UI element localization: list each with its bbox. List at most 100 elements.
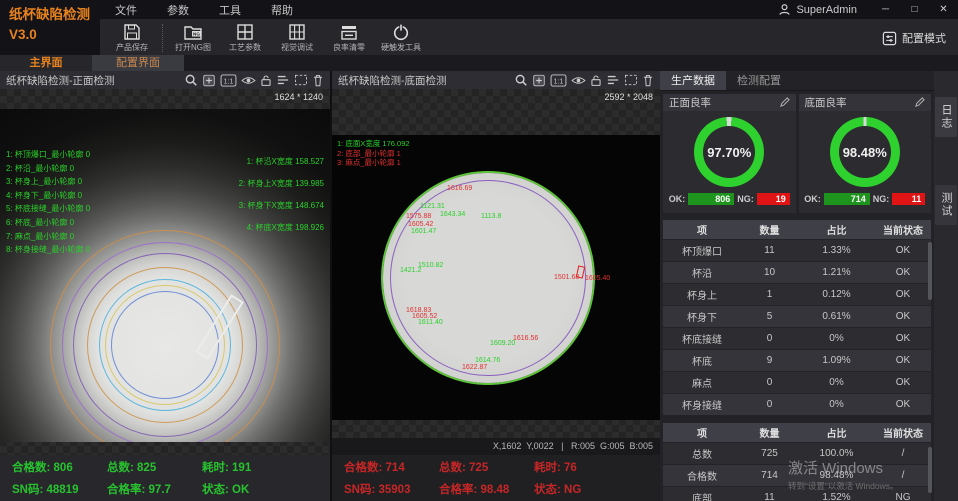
front-annotations-left: 1: 杯顶爆口_最小轮廓 02: 杯沿_最小轮廓 03: 杯身上_最小轮廓 04… [6, 148, 90, 257]
edit-pencil-icon[interactable] [779, 97, 790, 108]
lock-icon[interactable] [260, 74, 272, 87]
bottom-annotations: 1: 底面X宽度 176.0922: 底部_最小轮廓 13: 麻点_最小轮廓 1 [337, 139, 410, 168]
defect-marker-label: 1614.76 [475, 357, 500, 364]
table-row[interactable]: 杯身接缝00%OK [663, 394, 931, 416]
table-cell: 总数 [663, 446, 741, 461]
table-cell: 0.12% [798, 289, 875, 300]
menu-item[interactable]: 工具 [204, 2, 256, 18]
fit-view-icon[interactable] [202, 74, 216, 87]
process-params-button[interactable]: 工艺参数 [219, 22, 271, 53]
toolbar-divider [162, 24, 163, 52]
config-mode-button[interactable]: 配置模式 [882, 30, 946, 46]
table-header-row[interactable]: 项数量占比当前状态 [663, 423, 931, 443]
table-scrollbar[interactable] [928, 447, 932, 493]
table-row[interactable]: 杯身下50.61%OK [663, 306, 931, 328]
delete-icon[interactable] [642, 74, 654, 87]
front-image-viewport[interactable]: 1624 * 1240 1: 杯顶爆口_最小轮廓 02: 杯沿_最小轮廓 03:… [0, 89, 330, 455]
save-product-button[interactable]: 产品保存 [106, 22, 158, 53]
eye-icon[interactable] [571, 75, 586, 86]
tool-label: 视觉调试 [281, 43, 313, 52]
table-cell: 当前状态 [875, 425, 931, 440]
eye-icon[interactable] [241, 75, 256, 86]
table-row[interactable]: 杯底接缝00%OK [663, 328, 931, 350]
table-cell: 0% [798, 377, 875, 388]
actual-size-icon[interactable]: 1:1 [220, 74, 237, 87]
status-total-count: 总数: 725 [439, 459, 534, 475]
table-cell: 9 [741, 355, 798, 366]
roi-rect-icon[interactable] [624, 74, 638, 86]
zoom-icon[interactable] [184, 73, 198, 87]
menu-item[interactable]: 文件 [100, 2, 152, 18]
maximize-button[interactable]: □ [900, 0, 929, 19]
tool-label: 产品保存 [116, 43, 148, 52]
table-cell: 项 [663, 222, 741, 237]
close-button[interactable]: ✕ [929, 0, 958, 19]
defect-marker-label: 1616.69 [447, 185, 472, 192]
status-pass-rate: 合格率: 97.7 [107, 481, 202, 497]
test-tab[interactable]: 测试 [935, 185, 957, 225]
layers-list-icon[interactable] [606, 74, 620, 86]
tool-label: 打开NG图 [175, 43, 211, 52]
table-cell: 0 [741, 333, 798, 344]
svg-text:1:1: 1:1 [224, 78, 234, 85]
ng-count-bar: 11 [892, 193, 925, 205]
table-row[interactable]: 杯顶爆口111.33%OK [663, 240, 931, 262]
defect-marker-label: 1501.68 [554, 274, 579, 281]
lock-icon[interactable] [590, 74, 602, 87]
tab-detection-config[interactable]: 检测配置 [726, 71, 792, 90]
tab-main-view[interactable]: 主界面 [0, 55, 92, 71]
table-cell: 杯身上 [663, 287, 741, 302]
grid-icon [235, 22, 255, 42]
fit-view-icon[interactable] [532, 74, 546, 87]
defect-marker-label: 1643.34 [440, 211, 465, 218]
actual-size-icon[interactable]: 1:1 [550, 74, 567, 87]
yield-reset-button[interactable]: 良率清零 [323, 22, 375, 53]
svg-text:NG: NG [193, 31, 200, 36]
annotation-line: 4: 杯底X宽度 198.926 [239, 217, 324, 239]
table-cell: 杯身接缝 [663, 397, 741, 412]
table-row[interactable]: 杯沿101.21%OK [663, 262, 931, 284]
table-cell: / [875, 448, 931, 459]
config-mode-icon [882, 31, 897, 46]
defect-marker-label: 1611.40 [418, 319, 443, 326]
roi-rect-icon[interactable] [294, 74, 308, 86]
table-row[interactable]: 底部111.52%NG [663, 487, 931, 501]
layers-list-icon[interactable] [276, 74, 290, 86]
edit-pencil-icon[interactable] [914, 97, 925, 108]
tab-production-data[interactable]: 生产数据 [660, 71, 726, 90]
tab-config-view[interactable]: 配置界面 [92, 55, 184, 71]
hard-trigger-button[interactable]: 硬触发工具 [375, 22, 427, 53]
ng-count-bar: 19 [757, 193, 790, 205]
defect-marker-label: 1575.88 [406, 213, 431, 220]
zoom-icon[interactable] [514, 73, 528, 87]
table-row[interactable]: 杯身上10.12%OK [663, 284, 931, 306]
table-row[interactable]: 杯底91.09%OK [663, 350, 931, 372]
menu-item[interactable]: 参数 [152, 2, 204, 18]
table-cell: 100.0% [798, 448, 875, 459]
bottom-panel-title: 纸杯缺陷检测-底面检测 [338, 73, 447, 88]
minimize-button[interactable]: ─ [871, 0, 900, 19]
bottom-image-viewport[interactable]: 2592 * 2048 1616.691121.311643.341575.88… [332, 89, 660, 455]
ok-count-bar: 806 [688, 193, 734, 205]
vision-debug-button[interactable]: 视觉调试 [271, 22, 323, 53]
table-cell: 项 [663, 425, 741, 440]
user-box[interactable]: SuperAdmin [778, 3, 857, 16]
open-ng-image-button[interactable]: NG 打开NG图 [167, 22, 219, 53]
log-tab[interactable]: 日志 [935, 97, 957, 137]
defect-marker-label: 1510.82 [418, 262, 443, 269]
table-scrollbar[interactable] [928, 242, 932, 300]
menu-item[interactable]: 帮助 [256, 2, 308, 18]
delete-icon[interactable] [312, 74, 324, 87]
bottom-yield-gauge: 98.48% [830, 117, 900, 187]
status-state: 状态: NG [534, 481, 629, 497]
table-row[interactable]: 总数725100.0%/ [663, 443, 931, 465]
front-yield-gauge: 97.70% [694, 117, 764, 187]
table-row[interactable]: 麻点00%OK [663, 372, 931, 394]
table-row[interactable]: 合格数71498.48%/ [663, 465, 931, 487]
table-cell: 底部 [663, 490, 741, 501]
pixel-coordinate-readout: X,1602 Y,0022 | R:005 G:005 B:005 [493, 441, 653, 451]
table-header-row[interactable]: 项数量占比当前状态 [663, 220, 931, 240]
defect-marker-label: 1601.47 [411, 228, 436, 235]
page-tabs: 主界面 配置界面 [0, 55, 958, 71]
table-cell: 1.33% [798, 245, 875, 256]
